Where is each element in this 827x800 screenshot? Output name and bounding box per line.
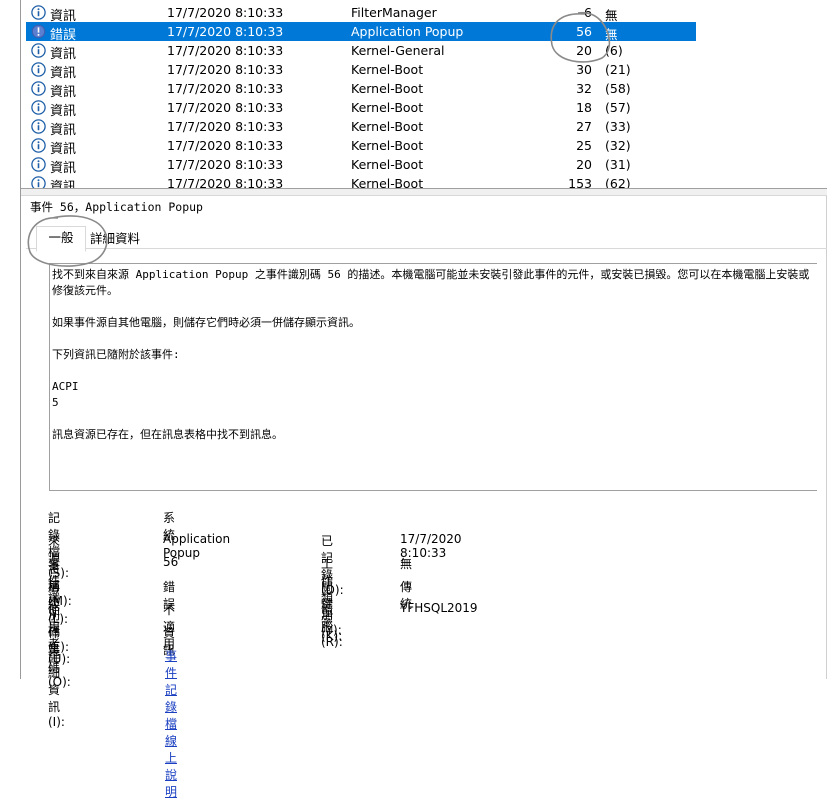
event-row[interactable]: 資訊 17/7/2020 8:10:33 Kernel-Boot 30 (21) (26, 60, 696, 81)
event-date: 17/7/2020 8:10:33 (167, 138, 284, 153)
event-description[interactable]: 找不到來自來源 Application Popup 之事件識別碼 56 的描述。… (49, 263, 817, 491)
description-line: 5 (52, 396, 59, 409)
detail-pane-title: 事件 56，Application Popup (30, 200, 203, 214)
event-date: 17/7/2020 8:10:33 (167, 119, 284, 134)
event-log-online-help-link[interactable]: 事件記錄檔線上說明 (165, 647, 177, 800)
event-source: Application Popup (351, 24, 464, 39)
event-row[interactable]: 資訊 17/7/2020 8:10:33 Kernel-Boot 27 (33) (26, 117, 696, 138)
tab-strip-border (26, 248, 827, 249)
event-row[interactable]: 資訊 17/7/2020 8:10:33 Kernel-Boot 32 (58) (26, 79, 696, 100)
event-id: 56 (576, 24, 592, 39)
event-id: 20 (576, 157, 592, 172)
event-category: (58) (605, 81, 631, 96)
description-line: ACPI (52, 380, 79, 393)
event-row[interactable]: 資訊 17/7/2020 8:10:33 Kernel-Boot 20 (31) (26, 155, 696, 176)
event-row[interactable]: 資訊 17/7/2020 8:10:33 Kernel-General 20 (… (26, 41, 696, 62)
event-id-value: 56 (163, 555, 179, 569)
event-id: 30 (576, 62, 592, 77)
info-icon (31, 81, 46, 96)
event-list[interactable]: 資訊 17/7/2020 8:10:33 FilterManager 6 無 錯… (26, 0, 827, 190)
event-date: 17/7/2020 8:10:33 (167, 157, 284, 172)
event-category: (31) (605, 157, 631, 172)
tab-details[interactable]: 詳細資料 (86, 228, 144, 250)
description-paragraph: 如果事件源自其他電腦，則儲存它們時必須一併儲存顯示資訊。 (52, 316, 360, 329)
info-icon (31, 62, 46, 77)
info-icon (31, 43, 46, 58)
event-id: 27 (576, 119, 592, 134)
event-date: 17/7/2020 8:10:33 (167, 24, 284, 39)
event-source: Kernel-Boot (351, 62, 424, 77)
event-id: 18 (576, 100, 592, 115)
computer-value: YFHSQL2019 (400, 601, 478, 615)
event-date: 17/7/2020 8:10:33 (167, 43, 284, 58)
error-icon (31, 24, 46, 39)
event-id: 20 (576, 43, 592, 58)
event-date: 17/7/2020 8:10:33 (167, 100, 284, 115)
description-paragraph: 下列資訊已隨附於該事件: (52, 348, 180, 361)
event-category: (57) (605, 100, 631, 115)
computer-label: 電腦(R): (321, 603, 343, 649)
event-source: Kernel-Boot (351, 157, 424, 172)
info-icon (31, 100, 46, 115)
event-date: 17/7/2020 8:10:33 (167, 81, 284, 96)
info-icon (31, 5, 46, 20)
task-category-value: 無 (400, 557, 413, 571)
description-paragraph: 找不到來自來源 Application Popup 之事件識別碼 56 的描述。… (52, 268, 810, 297)
more-info-label: 詳細資訊(I): (48, 649, 65, 729)
event-source: Kernel-Boot (351, 81, 424, 96)
description-paragraph: 訊息資源已存在，但在訊息表格中找不到訊息。 (52, 428, 283, 441)
event-source: Kernel-Boot (351, 138, 424, 153)
event-date: 17/7/2020 8:10:33 (167, 5, 284, 20)
tab-general[interactable]: 一般 (36, 226, 86, 252)
event-category: (6) (605, 43, 623, 58)
event-row-selected[interactable]: 錯誤 17/7/2020 8:10:33 Application Popup 5… (26, 22, 696, 43)
event-source: Kernel-Boot (351, 119, 424, 134)
event-row[interactable]: 資訊 17/7/2020 8:10:33 FilterManager 6 無 (26, 3, 696, 24)
info-icon (31, 138, 46, 153)
event-source: Kernel-General (351, 43, 445, 58)
event-source: FilterManager (351, 5, 437, 20)
event-id: 6 (584, 5, 592, 20)
event-row[interactable]: 資訊 17/7/2020 8:10:33 Kernel-Boot 18 (57) (26, 98, 696, 119)
info-icon (31, 119, 46, 134)
event-id: 25 (576, 138, 592, 153)
pane-splitter[interactable] (21, 188, 827, 196)
event-source: Kernel-Boot (351, 100, 424, 115)
info-icon (31, 157, 46, 172)
event-category: (33) (605, 119, 631, 134)
event-category: (21) (605, 62, 631, 77)
event-id: 32 (576, 81, 592, 96)
event-row[interactable]: 資訊 17/7/2020 8:10:33 Kernel-Boot 25 (32) (26, 136, 696, 157)
event-category: (32) (605, 138, 631, 153)
window-left-border (20, 0, 21, 679)
event-date: 17/7/2020 8:10:33 (167, 62, 284, 77)
